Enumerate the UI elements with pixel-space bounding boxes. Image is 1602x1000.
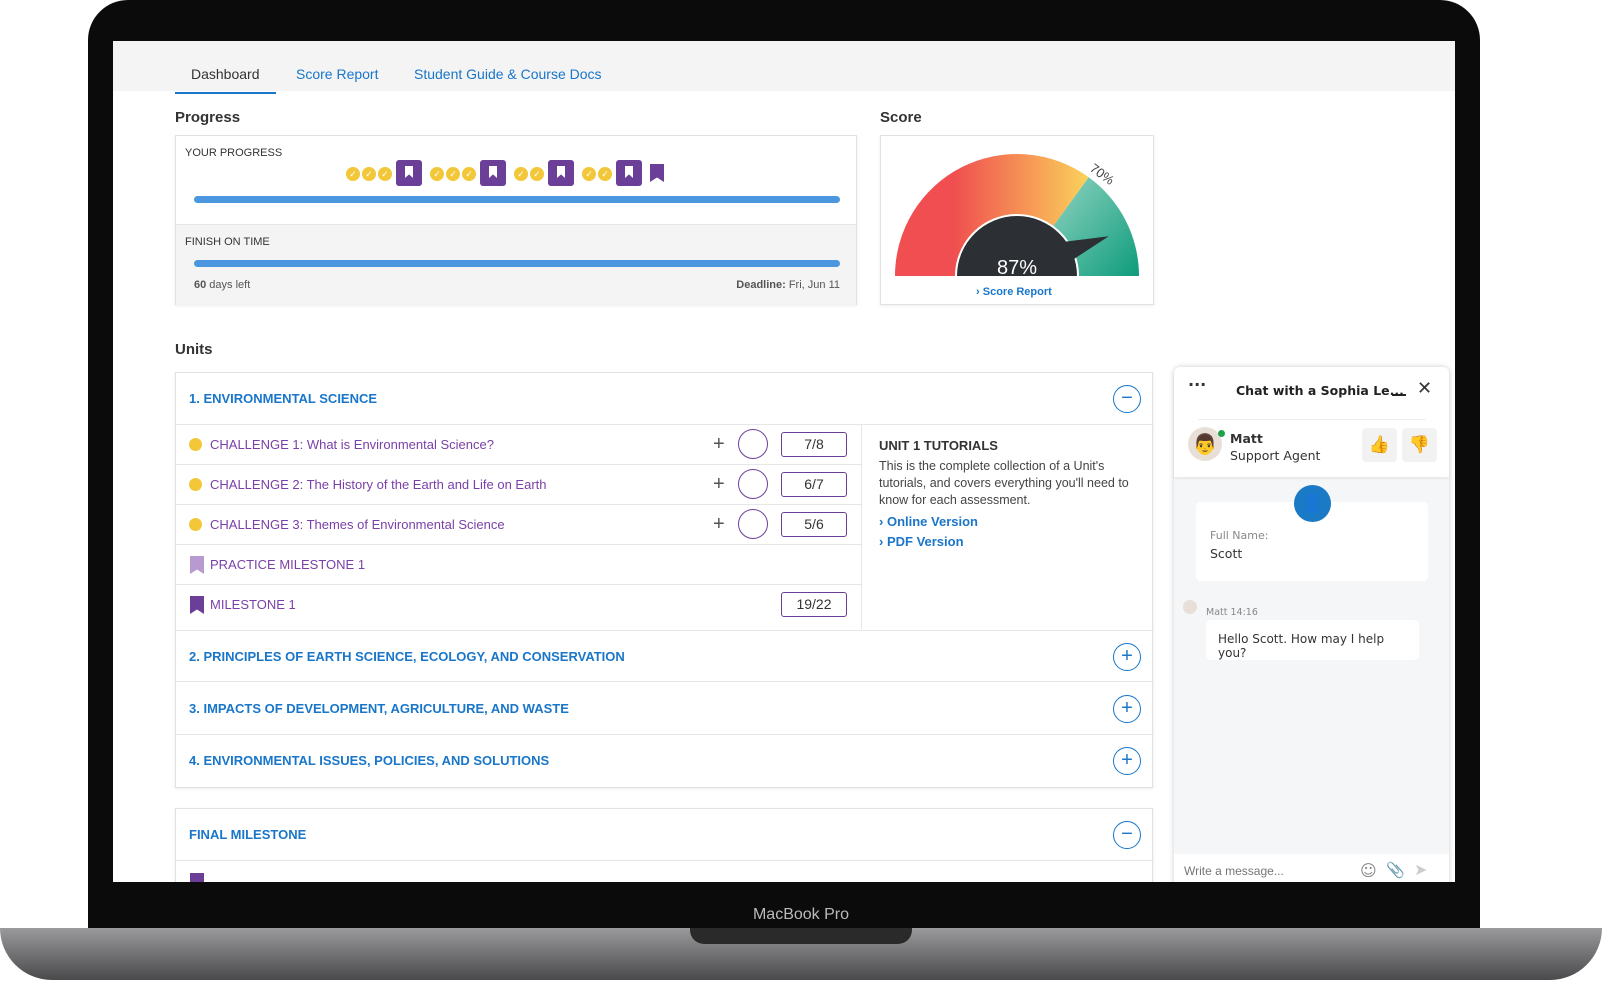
status-dot xyxy=(189,478,202,491)
unit-4-header[interactable]: 4. ENVIRONMENTAL ISSUES, POLICIES, AND S… xyxy=(176,735,1154,787)
finish-on-time-label: FINISH ON TIME xyxy=(185,236,270,248)
deadline: Deadline: Fri, Jun 11 xyxy=(736,279,840,291)
challenge-row[interactable]: CHALLENGE 1: What is Environmental Scien… xyxy=(176,425,861,465)
check-icon: ✓ xyxy=(598,167,612,182)
check-icon: ✓ xyxy=(530,167,544,182)
milestone-bookmark-icon xyxy=(396,160,422,186)
more-options-icon[interactable]: ··· xyxy=(1188,375,1206,394)
check-icon: ✓ xyxy=(362,167,376,182)
check-icon: ✓ xyxy=(346,167,360,182)
thumbs-down-icon[interactable]: 👎 xyxy=(1402,428,1437,462)
final-milestone-card: FINAL MILESTONE − xyxy=(175,808,1154,882)
challenge-score: 6/7 xyxy=(781,472,847,497)
pdf-version-link[interactable]: › PDF Version xyxy=(879,534,1136,549)
units-card: 1. ENVIRONMENTAL SCIENCE − CHALLENGE 1: W… xyxy=(175,372,1154,788)
plus-icon[interactable]: + xyxy=(713,433,725,456)
agent-small-avatar xyxy=(1183,600,1197,614)
status-dot xyxy=(189,438,202,451)
message-input[interactable] xyxy=(1184,864,1354,878)
tutorials-title: UNIT 1 TUTORIALS xyxy=(879,438,998,453)
score-card: 87% 70% › Score Report xyxy=(880,135,1154,305)
collapse-icon[interactable]: − xyxy=(1113,385,1141,413)
attachment-icon[interactable]: 📎 xyxy=(1386,861,1405,879)
milestone-bookmark-icon xyxy=(616,160,642,186)
message-meta: Matt 14:16 xyxy=(1206,607,1258,618)
check-icon: ✓ xyxy=(378,167,392,182)
progress-card: YOUR PROGRESS ✓ ✓ ✓ ✓ ✓ ✓ ✓ ✓ ✓ ✓ FINISH ON TIME … xyxy=(175,135,857,305)
progress-ring xyxy=(738,509,768,539)
bookmark-icon xyxy=(190,556,204,574)
chat-message: Hello Scott. How may I help you? xyxy=(1206,620,1419,660)
tab-bar: Dashboard Score Report Student Guide & C… xyxy=(113,41,1455,94)
days-left: 60 days left xyxy=(194,279,251,291)
check-icon: ✓ xyxy=(514,167,528,182)
challenge-row[interactable]: CHALLENGE 3: Themes of Environmental Sci… xyxy=(176,505,861,545)
unit-1-header[interactable]: 1. ENVIRONMENTAL SCIENCE − xyxy=(176,373,1154,425)
online-status-dot xyxy=(1218,430,1225,437)
collapse-icon[interactable]: − xyxy=(1113,821,1141,849)
plus-icon[interactable]: + xyxy=(713,473,725,496)
chat-title: Chat with a Sophia Le... xyxy=(1236,383,1404,398)
milestone-bookmark-icon xyxy=(650,164,664,182)
progress-title: Progress xyxy=(175,109,241,126)
agent-avatar: 👨 xyxy=(1188,427,1222,461)
device-label: MacBook Pro xyxy=(752,906,850,923)
score-report-link[interactable]: › Score Report xyxy=(976,286,1052,298)
practice-milestone-row[interactable]: PRACTICE MILESTONE 1 xyxy=(176,545,861,585)
bookmark-icon xyxy=(190,596,204,614)
send-icon[interactable]: ➤ xyxy=(1414,860,1427,879)
user-icon: 👤 xyxy=(1294,485,1331,522)
tab-dashboard[interactable]: Dashboard xyxy=(175,66,276,94)
minimize-icon[interactable] xyxy=(1392,394,1406,396)
plus-icon[interactable]: + xyxy=(713,513,725,536)
milestone-row[interactable]: MILESTONE 1 19/22 xyxy=(176,585,861,629)
status-dot xyxy=(189,518,202,531)
tab-student-guide[interactable]: Student Guide & Course Docs xyxy=(414,66,602,82)
online-version-link[interactable]: › Online Version xyxy=(879,514,1136,529)
screen: Dashboard Score Report Student Guide & C… xyxy=(113,41,1455,882)
emoji-icon[interactable]: ☺ xyxy=(1360,861,1377,880)
agent-name: Matt xyxy=(1230,431,1263,446)
expand-icon[interactable]: + xyxy=(1113,695,1141,723)
milestone-bookmark-icon xyxy=(480,160,506,186)
thumbs-up-icon[interactable]: 👍 xyxy=(1362,428,1397,462)
units-title: Units xyxy=(175,341,213,358)
laptop-notch xyxy=(690,928,912,944)
progress-ring xyxy=(738,429,768,459)
challenge-row[interactable]: CHALLENGE 2: The History of the Earth an… xyxy=(176,465,861,505)
tutorials-desc: This is the complete collection of a Uni… xyxy=(879,459,1129,507)
check-icon: ✓ xyxy=(430,167,444,182)
score-value: 87% xyxy=(997,257,1037,279)
challenge-score: 5/6 xyxy=(781,512,847,537)
milestone-track: ✓ ✓ ✓ ✓ ✓ ✓ ✓ ✓ ✓ ✓ xyxy=(346,160,664,186)
tab-score-report[interactable]: Score Report xyxy=(296,66,378,82)
bookmark-icon xyxy=(190,873,204,882)
milestone-bookmark-icon xyxy=(548,160,574,186)
unit-3-header[interactable]: 3. IMPACTS OF DEVELOPMENT, AGRICULTURE, … xyxy=(176,683,1154,735)
unit-2-header[interactable]: 2. PRINCIPLES OF EARTH SCIENCE, ECOLOGY,… xyxy=(176,630,1154,682)
final-milestone-header[interactable]: FINAL MILESTONE − xyxy=(176,809,1154,861)
check-icon: ✓ xyxy=(446,167,460,182)
your-progress-bar xyxy=(194,196,840,203)
full-name-value: Scott xyxy=(1210,546,1243,561)
tutorials-panel: UNIT 1 TUTORIALS This is the complete co… xyxy=(861,425,1153,629)
full-name-label: Full Name: xyxy=(1210,529,1269,542)
milestone-score: 19/22 xyxy=(781,592,847,617)
expand-icon[interactable]: + xyxy=(1113,747,1141,775)
your-progress-label: YOUR PROGRESS xyxy=(185,147,283,159)
chat-widget: ··· Chat with a Sophia Le... ✕ 👨 Matt Su… xyxy=(1174,367,1449,882)
finish-on-time-bar xyxy=(194,260,840,267)
expand-icon[interactable]: + xyxy=(1113,643,1141,671)
score-gauge: 87% 70% xyxy=(895,154,1139,279)
close-icon[interactable]: ✕ xyxy=(1417,378,1432,399)
challenge-score: 7/8 xyxy=(781,432,847,457)
check-icon: ✓ xyxy=(582,167,596,182)
score-title: Score xyxy=(880,109,922,126)
agent-role: Support Agent xyxy=(1230,448,1321,463)
progress-ring xyxy=(738,469,768,499)
check-icon: ✓ xyxy=(462,167,476,182)
